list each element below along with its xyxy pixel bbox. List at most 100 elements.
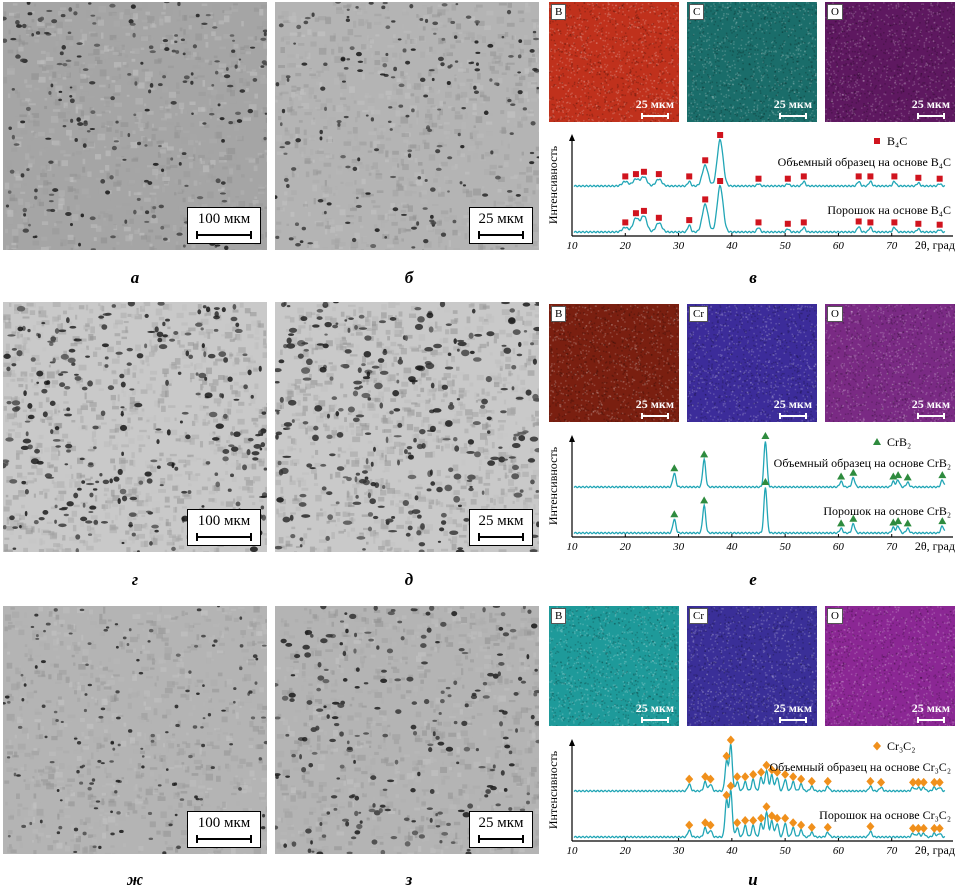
eds-scale: 25 мкм (774, 701, 812, 723)
eds-scale-label: 25 мкм (635, 397, 674, 411)
x-tick-label: 40 (726, 240, 738, 252)
peak-marker (823, 822, 832, 832)
element-label: O (827, 608, 843, 624)
peak-marker (717, 178, 724, 184)
peak-marker (800, 173, 807, 180)
peak-marker (866, 776, 875, 786)
peak-marker (741, 772, 750, 782)
eds-scale-label: 25 мкм (911, 397, 950, 411)
eds-scale-label: 25 мкм (773, 397, 812, 411)
scale-label: 100 мкм (197, 211, 251, 227)
series-label: Объемный образец на основе CrB₂ (774, 456, 951, 470)
eds-map-cr: Cr 25 мкм (687, 606, 817, 726)
eds-map-o: O 25 мкм (825, 606, 955, 726)
panel-letter: в (749, 268, 757, 287)
scale-bar: 100 мкм (187, 811, 261, 848)
sem-image-b: 25 мкм (275, 2, 539, 250)
eds-scale-label: 25 мкм (773, 701, 812, 715)
eds-scale: 25 мкм (636, 397, 674, 419)
panel-letter: з (405, 870, 413, 889)
peak-marker (891, 173, 898, 180)
peak-marker (837, 519, 846, 527)
peak-marker (755, 175, 762, 182)
eds-scale: 25 мкм (774, 97, 812, 119)
y-axis-arrow (569, 739, 575, 746)
scale-label: 25 мкм (478, 815, 524, 831)
peak-marker (789, 818, 798, 828)
peak-marker (702, 157, 709, 164)
x-tick-label: 20 (620, 541, 632, 553)
peak-marker (685, 820, 694, 830)
peak-marker (741, 816, 750, 825)
peak-marker (867, 219, 874, 226)
peak-marker (761, 432, 770, 439)
peak-marker (632, 171, 639, 178)
eds-scale-label: 25 мкм (911, 701, 950, 715)
panel-letter: и (748, 870, 758, 889)
peak-marker (670, 510, 679, 518)
panel-letter: д (404, 570, 414, 589)
xrd-chart: Интенсивность 10 20 30 40 50 60 70 2θ, град B₄C Об… (546, 132, 955, 252)
legend-marker (873, 438, 881, 445)
eds-scale-label: 25 мкм (635, 97, 674, 111)
panel-letter: г (131, 570, 139, 589)
x-tick-label: 60 (833, 845, 845, 857)
xrd-chart: Интенсивность 10 20 30 40 50 60 70 2θ, град CrB₂ О… (546, 432, 955, 553)
x-tick-label: 10 (567, 240, 579, 252)
y-axis-arrow (569, 134, 575, 141)
legend-label: CrB₂ (887, 435, 911, 449)
x-tick-label: 30 (672, 845, 685, 857)
peak-marker (915, 220, 922, 227)
peak-marker (935, 777, 944, 787)
peak-marker (837, 472, 846, 480)
scale-label: 100 мкм (197, 815, 251, 831)
eds-scale-label: 25 мкм (773, 97, 812, 111)
peak-marker (686, 173, 693, 180)
peak-marker (919, 777, 928, 787)
panel-letter: ж (126, 870, 144, 889)
eds-scale-label: 25 мкм (911, 97, 950, 111)
eds-map-cr: Cr 25 мкм (687, 304, 817, 422)
peak-marker (903, 473, 912, 481)
scale-bar: 100 мкм (187, 207, 261, 244)
peak-marker (655, 214, 662, 221)
x-tick-label: 70 (886, 845, 898, 857)
peak-marker (867, 173, 874, 180)
peak-marker (891, 219, 898, 226)
element-label: Cr (689, 306, 708, 322)
peak-marker (733, 772, 742, 782)
peak-marker (797, 774, 806, 784)
sem-image-g: 100 мкм (3, 302, 267, 552)
x-tick-label: 10 (567, 845, 579, 857)
peak-marker (632, 210, 639, 217)
eds-map-b: B 25 мкм (549, 2, 679, 122)
scale-bar: 25 мкм (469, 509, 533, 546)
sem-image-d: 25 мкм (275, 302, 539, 552)
panel-letter: е (749, 570, 757, 589)
series-label: Объемный образец на основе B₄C (778, 155, 951, 169)
peak-marker (823, 776, 832, 786)
eds-scale: 25 мкм (636, 97, 674, 119)
peak-marker (762, 802, 771, 812)
x-tick-label: 40 (726, 845, 738, 857)
legend-label: Cr₃C₂ (887, 739, 915, 753)
peak-marker (807, 776, 816, 786)
peak-marker (797, 820, 806, 830)
element-label: C (689, 4, 705, 20)
eds-map-o: O 25 мкм (825, 2, 955, 122)
eds-scale: 25 мкм (912, 701, 950, 723)
peak-marker (655, 171, 662, 178)
peak-marker (938, 471, 947, 479)
peak-marker (686, 217, 693, 224)
peak-marker (903, 519, 912, 527)
scale-bar: 25 мкм (469, 811, 533, 848)
peak-marker (784, 175, 791, 182)
peak-marker (866, 821, 875, 831)
x-tick-label: 70 (886, 541, 898, 553)
sem-image-z: 25 мкм (275, 606, 539, 854)
panel-letter: а (130, 268, 140, 287)
sem-image-zh: 100 мкм (3, 606, 267, 854)
peak-marker (936, 175, 943, 182)
eds-map-b: B 25 мкм (549, 304, 679, 422)
peak-marker (855, 173, 862, 180)
